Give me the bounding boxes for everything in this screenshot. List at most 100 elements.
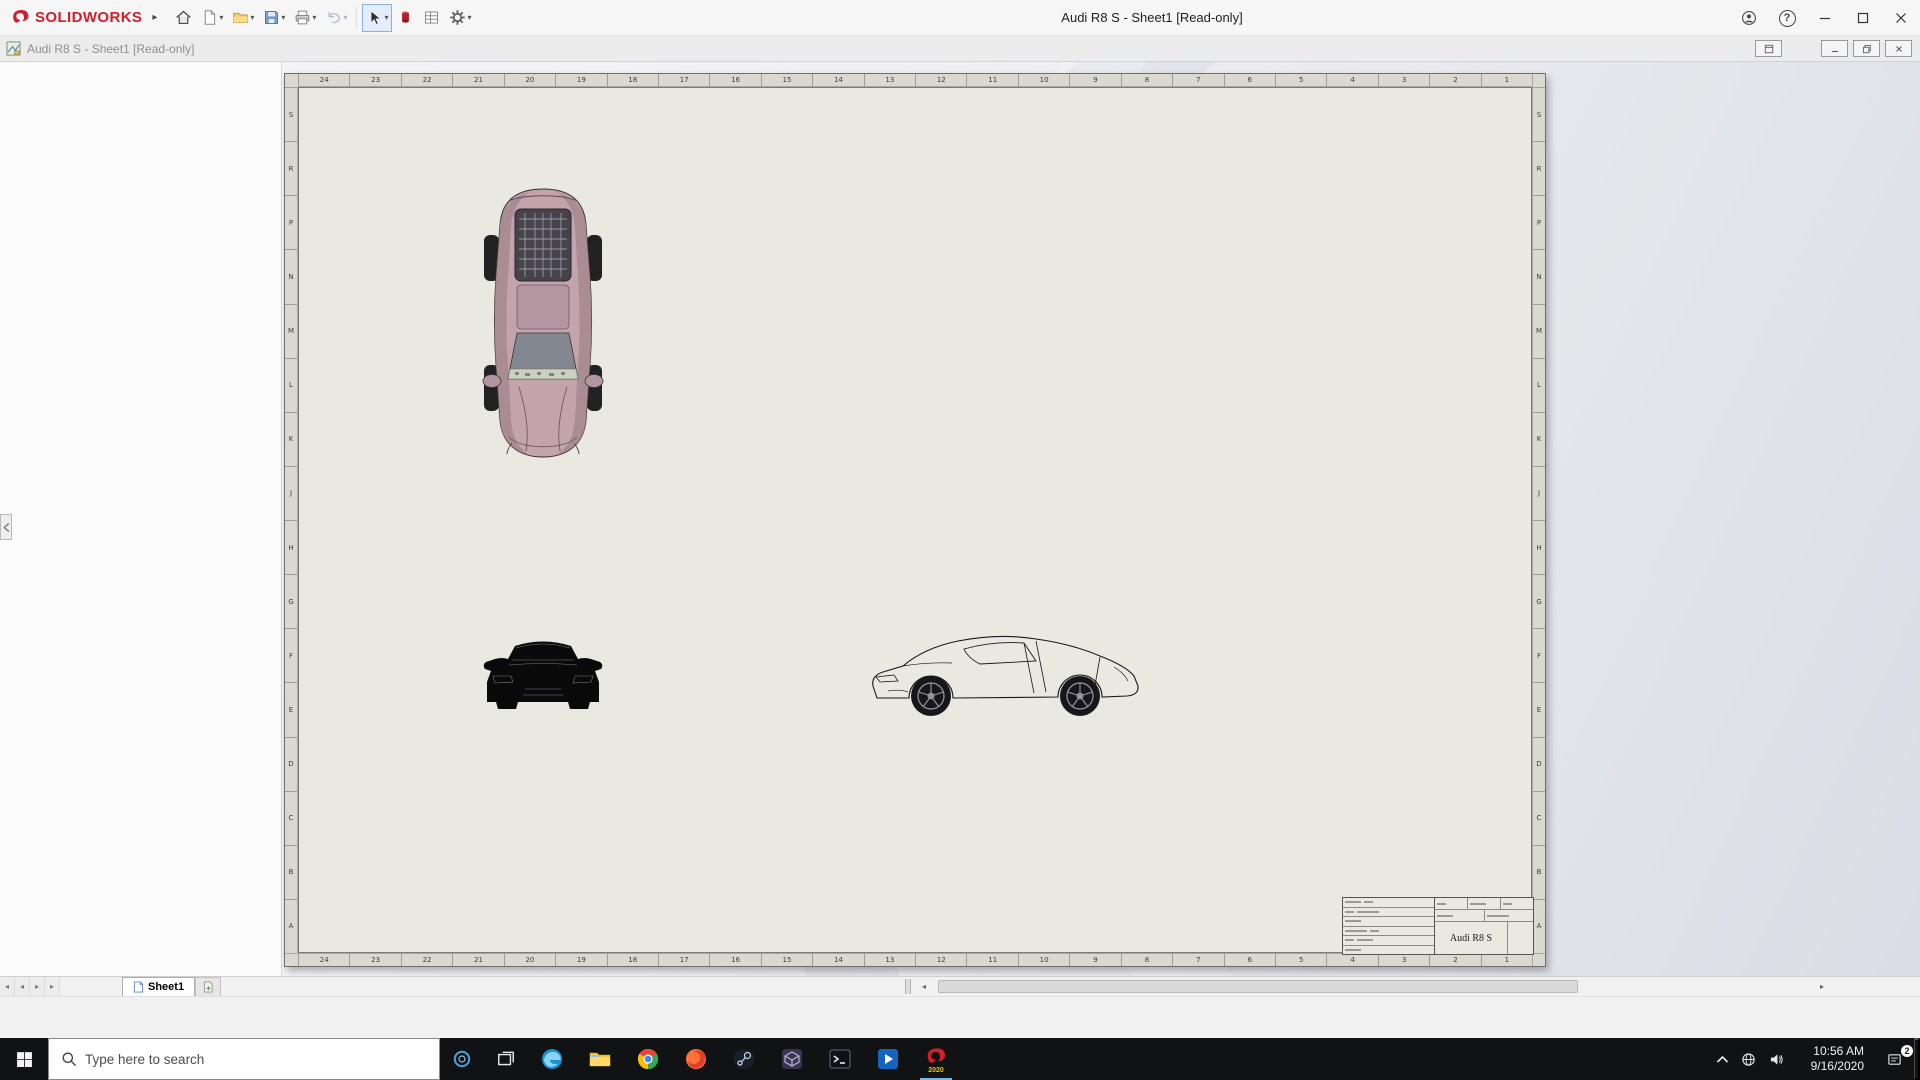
ruler-zone-label: G [285, 574, 297, 628]
dropdown-caret[interactable]: ▾ [343, 13, 347, 22]
appearance-button[interactable] [393, 4, 418, 32]
panel-collapse-tab[interactable] [0, 514, 12, 540]
file-explorer-icon [589, 1052, 611, 1067]
dropdown-caret[interactable]: ▾ [384, 13, 388, 22]
ruler-zone-label: 19 [555, 954, 606, 966]
terminal-button[interactable] [816, 1038, 864, 1080]
ruler-zone-label: E [285, 682, 297, 736]
network-button[interactable] [1734, 1038, 1762, 1080]
close-icon [1896, 13, 1906, 23]
ruler-zone-label: E [1533, 682, 1545, 736]
sheet1-tab[interactable]: Sheet1 [122, 977, 196, 996]
ruler-zone-label: 10 [1017, 954, 1069, 966]
ruler-zone-label: 4 [1326, 954, 1377, 966]
drawing-sheet[interactable]: 24 23 22 21 20 19 18 17 16 15 14 13 12 11 10 9 8 7 6 5 4 3 2 1 … [284, 73, 1546, 967]
maximize-button[interactable] [1844, 0, 1882, 36]
volume-button[interactable] [1762, 1038, 1790, 1080]
help-button[interactable]: ? [1768, 0, 1806, 36]
sheet-nav-button[interactable]: ▸ [45, 977, 60, 996]
firefox-icon [686, 1049, 706, 1069]
scrollbar-track[interactable] [932, 977, 1814, 996]
brand-name: SOLIDWORKS [35, 9, 143, 26]
sheet-nav-button[interactable]: ▸ [30, 977, 45, 996]
drawing-view-side[interactable] [868, 629, 1148, 721]
undo-button[interactable]: ▾ [321, 4, 351, 32]
scroll-right-button[interactable]: ▸ [1814, 977, 1830, 996]
ruler-zone-label: D [285, 736, 297, 791]
task-view-button[interactable] [484, 1038, 528, 1080]
dropdown-caret[interactable]: ▾ [312, 13, 316, 22]
edge-button[interactable] [528, 1038, 576, 1080]
ruler-zone-label: 3 [1377, 74, 1429, 86]
scroll-left-button[interactable]: ◂ [916, 977, 932, 996]
steam-button[interactable] [720, 1038, 768, 1080]
tabs-scrollbar-splitter[interactable] [905, 979, 911, 994]
cube-app-button[interactable] [768, 1038, 816, 1080]
graphics-area[interactable]: 24 23 22 21 20 19 18 17 16 15 14 13 12 11 10 9 8 7 6 5 4 3 2 1 … [0, 62, 1920, 976]
ruler-zone-label: M [1533, 303, 1545, 358]
steam-icon [734, 1049, 754, 1069]
minimize-button[interactable] [1806, 0, 1844, 36]
account-icon [1742, 11, 1756, 25]
ruler-zone-label: 10 [1017, 74, 1069, 86]
account-button[interactable] [1730, 0, 1768, 36]
doc-close-button[interactable] [1885, 40, 1912, 57]
save-button[interactable]: ▾ [259, 4, 289, 32]
sheet-nav-button[interactable]: ◂ [0, 977, 15, 996]
solidworks-2020-button[interactable]: 2020 [912, 1038, 960, 1080]
show-desktop-button[interactable] [1914, 1038, 1920, 1080]
taskbar-clock[interactable]: 10:56 AM 9/16/2020 [1790, 1038, 1874, 1080]
table-grid-icon [425, 11, 439, 24]
window-title: Audi R8 S - Sheet1 [Read-only] [1061, 10, 1243, 25]
windows-taskbar: 2020 10:56 AM 9/16/2020 2 [0, 1038, 1920, 1080]
tray-overflow-button[interactable] [1710, 1038, 1734, 1080]
sheet-nav-button[interactable]: ◂ [15, 977, 30, 996]
start-button[interactable] [0, 1038, 48, 1080]
add-sheet-icon [203, 981, 213, 993]
ruler-zone-label: C [285, 790, 297, 845]
cortana-button[interactable] [440, 1038, 484, 1080]
firefox-button[interactable] [672, 1038, 720, 1080]
drawing-view-front[interactable] [479, 632, 607, 717]
ruler-zone-label: 15 [760, 74, 812, 86]
doc-restore-button[interactable] [1853, 40, 1880, 57]
options-button[interactable]: ▾ [445, 4, 475, 32]
drawing-view-top[interactable] [479, 185, 607, 461]
dropdown-caret[interactable]: ▾ [467, 13, 471, 22]
print-button[interactable]: ▾ [290, 4, 320, 32]
doc-new-window-button[interactable] [1755, 40, 1782, 57]
chevron-up-icon [1716, 1055, 1728, 1063]
media-app-button[interactable] [864, 1038, 912, 1080]
ruler-zone-label: 14 [812, 954, 863, 966]
add-sheet-button[interactable] [195, 977, 222, 996]
feature-manager-panel[interactable] [0, 62, 282, 976]
dropdown-caret[interactable]: ▾ [250, 13, 254, 22]
doc-minimize-button[interactable] [1821, 40, 1848, 57]
select-cursor-icon [371, 10, 382, 25]
dropdown-caret[interactable]: ▾ [219, 13, 223, 22]
ruler-zone-label: N [285, 249, 297, 303]
ruler-right: SRPNMLKJHGFEDCBA [1532, 87, 1545, 953]
network-globe-icon [1741, 1052, 1755, 1066]
open-button[interactable]: ▾ [228, 4, 258, 32]
ruler-zone-label: 6 [1223, 74, 1275, 86]
home-button[interactable] [171, 4, 196, 32]
search-input[interactable] [85, 1051, 385, 1067]
select-tool-button[interactable]: ▾ [362, 3, 393, 32]
gear-icon [450, 10, 466, 25]
menu-expand-button[interactable]: ▸ [152, 12, 157, 23]
close-button[interactable] [1882, 0, 1920, 36]
ruler-zone-label: 15 [760, 954, 812, 966]
taskbar-search-box[interactable] [48, 1038, 440, 1080]
new-document-button[interactable]: ▾ [197, 4, 227, 32]
undo-icon [329, 11, 341, 24]
sheet-properties-button[interactable] [419, 4, 444, 32]
ruler-zone-label: F [285, 628, 297, 682]
title-block[interactable]: Audi R8 S [1342, 897, 1534, 955]
scrollbar-thumb[interactable] [938, 980, 1578, 993]
dropdown-caret[interactable]: ▾ [281, 13, 285, 22]
action-center-button[interactable]: 2 [1874, 1038, 1914, 1080]
chrome-button[interactable] [624, 1038, 672, 1080]
horizontal-scrollbar[interactable]: ◂ ▸ [916, 977, 1830, 996]
file-explorer-button[interactable] [576, 1038, 624, 1080]
